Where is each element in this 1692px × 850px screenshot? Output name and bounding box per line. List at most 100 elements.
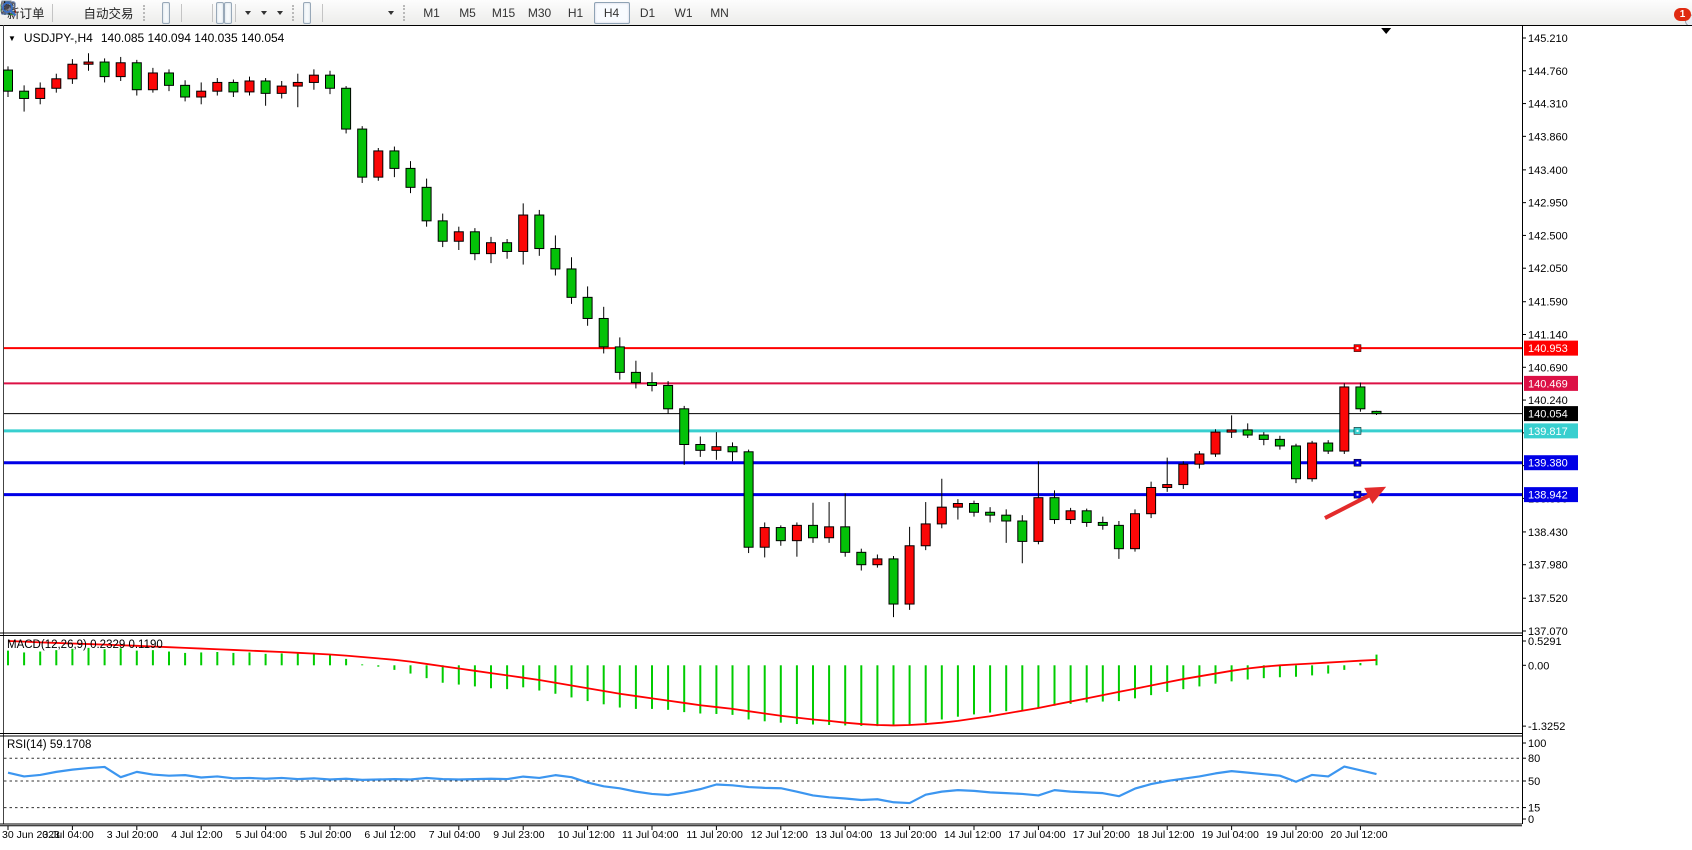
- indicators-button[interactable]: [239, 2, 255, 24]
- crosshair-button[interactable]: [311, 2, 319, 24]
- timeframe-MN[interactable]: MN: [702, 2, 738, 24]
- candle: [1114, 525, 1123, 548]
- vertical-line-button[interactable]: [326, 2, 334, 24]
- candle: [744, 452, 753, 547]
- candle: [100, 62, 109, 77]
- price-tick-label: 143.860: [1528, 131, 1568, 143]
- candle: [986, 512, 995, 515]
- svg-text:139.380: 139.380: [1528, 458, 1568, 470]
- candle: [921, 524, 930, 546]
- time-axis-label: 7 Jul 04:00: [429, 829, 481, 841]
- templates-button[interactable]: [271, 2, 287, 24]
- mql5-community-button[interactable]: [56, 2, 64, 24]
- candle: [776, 528, 785, 541]
- signals-button[interactable]: [72, 2, 80, 24]
- time-axis-label: 11 Jul 20:00: [686, 829, 743, 841]
- candle: [809, 525, 818, 537]
- chart-canvas[interactable]: 145.210144.760144.310143.860143.400142.9…: [0, 25, 1692, 850]
- timeframe-H1[interactable]: H1: [558, 2, 594, 24]
- equidistant-channel-button[interactable]: E: [350, 2, 358, 24]
- timeframe-M5[interactable]: M5: [450, 2, 486, 24]
- candle: [487, 243, 496, 254]
- candle: [1195, 454, 1204, 464]
- candle: [390, 151, 399, 168]
- candle: [309, 75, 318, 82]
- auto-trading-button[interactable]: 自动交易: [80, 2, 138, 24]
- arrows-dropdown-arrow: [388, 11, 394, 15]
- candlestick-chart-button[interactable]: [162, 2, 170, 24]
- time-axis-label: 20 Jul 12:00: [1330, 829, 1387, 841]
- bar-chart-button[interactable]: [154, 2, 162, 24]
- toolbar-separator: [322, 4, 323, 22]
- candle: [342, 88, 351, 129]
- auto-scroll-button[interactable]: [216, 2, 224, 24]
- candle: [293, 82, 302, 86]
- candle: [116, 63, 125, 77]
- one-click-collapse-icon[interactable]: ▼: [8, 34, 16, 43]
- candle: [1340, 387, 1349, 451]
- horizontal-line-button[interactable]: [334, 2, 342, 24]
- candle: [631, 372, 640, 382]
- trendline-button[interactable]: [342, 2, 350, 24]
- chart-shift-button[interactable]: [224, 2, 232, 24]
- rsi-tick-label: 15: [1528, 803, 1540, 815]
- candle: [1372, 411, 1381, 413]
- zoom-out-button[interactable]: [193, 2, 201, 24]
- auto-trading-label: 自动交易: [84, 3, 134, 22]
- candle: [1275, 439, 1284, 446]
- time-axis-label: 18 Jul 12:00: [1137, 829, 1194, 841]
- svg-text:140.953: 140.953: [1528, 343, 1568, 355]
- timeframe-H4[interactable]: H4: [594, 2, 630, 24]
- candle: [454, 232, 463, 241]
- chart-title: ▼ USDJPY-,H4 140.085 140.094 140.035 140…: [8, 31, 284, 45]
- candle: [1324, 443, 1333, 451]
- zoom-in-button[interactable]: [185, 2, 193, 24]
- time-axis-label: 5 Jul 20:00: [300, 829, 352, 841]
- svg-text:139.817: 139.817: [1528, 426, 1568, 438]
- candle: [148, 73, 157, 90]
- candle: [406, 168, 415, 187]
- text-button[interactable]: A: [366, 2, 374, 24]
- svg-text:140.054: 140.054: [1528, 409, 1568, 421]
- candle: [1002, 515, 1011, 521]
- macd-tick-label: 0.5291: [1528, 636, 1562, 648]
- price-tick-label: 141.140: [1528, 330, 1568, 342]
- candle: [760, 528, 769, 548]
- fibonacci-button[interactable]: F: [358, 2, 366, 24]
- rsi-tick-label: 0: [1528, 814, 1534, 826]
- candle: [551, 249, 560, 269]
- time-axis-label: 19 Jul 20:00: [1266, 829, 1323, 841]
- market-profile-button[interactable]: [64, 2, 72, 24]
- candle: [245, 81, 254, 92]
- timeframe-W1[interactable]: W1: [666, 2, 702, 24]
- candle: [889, 559, 898, 604]
- candle: [905, 546, 914, 604]
- time-axis-label: 10 Jul 12:00: [558, 829, 615, 841]
- cursor-button[interactable]: [303, 2, 311, 24]
- candle: [68, 64, 77, 79]
- timeframe-M30[interactable]: M30: [522, 2, 558, 24]
- candle: [261, 81, 270, 93]
- timeframe-M15[interactable]: M15: [486, 2, 522, 24]
- search-icon[interactable]: [0, 0, 18, 18]
- chart-ohlc-values: 140.085 140.094 140.035 140.054: [101, 31, 285, 45]
- candle: [1179, 464, 1188, 484]
- tile-windows-button[interactable]: [201, 2, 209, 24]
- timeframe-M1[interactable]: M1: [414, 2, 450, 24]
- notification-badge: 1: [1674, 8, 1691, 21]
- line-chart-button[interactable]: [170, 2, 178, 24]
- text-label-button[interactable]: T: [374, 2, 382, 24]
- macd-tick-label: -1.3252: [1528, 721, 1565, 733]
- candle: [825, 527, 834, 538]
- candle: [132, 63, 141, 90]
- candle: [277, 86, 286, 93]
- time-axis-label: 13 Jul 20:00: [880, 829, 937, 841]
- candle: [1034, 498, 1043, 542]
- arrows-button[interactable]: [382, 2, 398, 24]
- periods-button[interactable]: [255, 2, 271, 24]
- candle: [728, 447, 737, 452]
- candle: [84, 62, 93, 64]
- timeframe-D1[interactable]: D1: [630, 2, 666, 24]
- rsi-tick-label: 50: [1528, 776, 1540, 788]
- toolbar-grip: [143, 5, 149, 21]
